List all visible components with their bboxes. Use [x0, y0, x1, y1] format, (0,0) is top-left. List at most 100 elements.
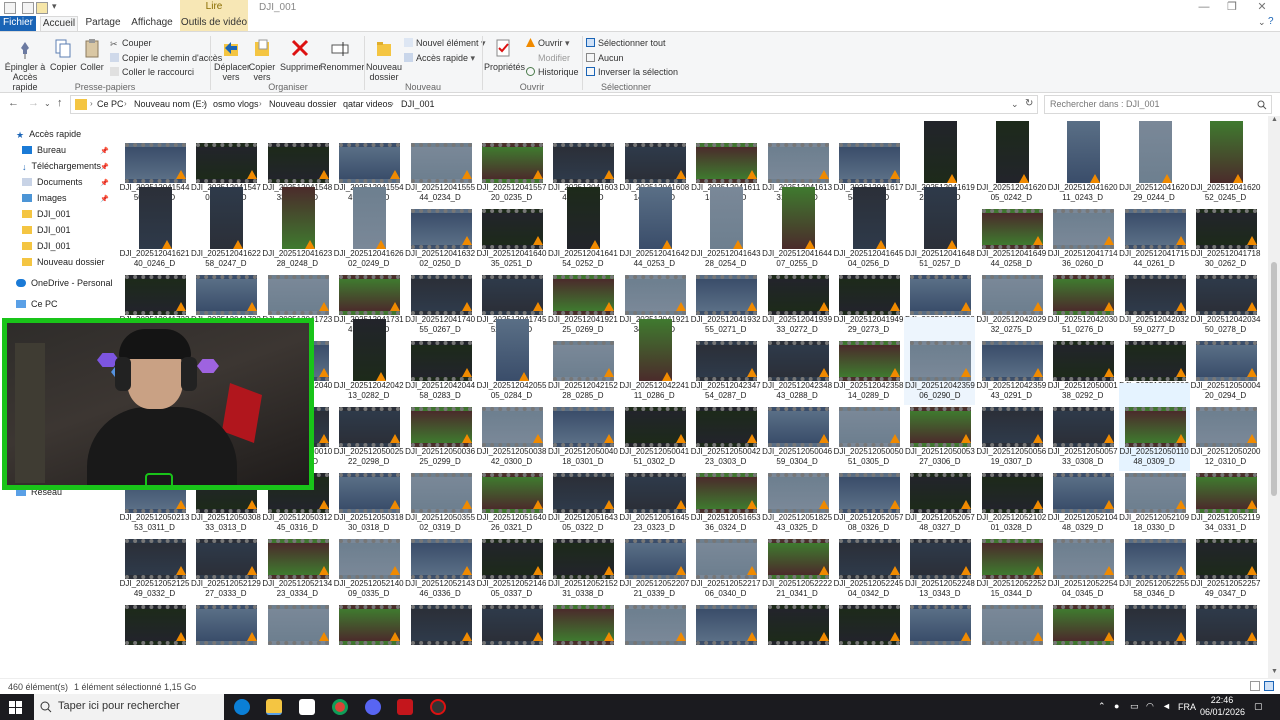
up-arrow-icon[interactable]: ↑ — [57, 97, 63, 109]
clock-time[interactable]: 22:46 — [1200, 695, 1244, 705]
tab-home[interactable]: Accueil — [40, 16, 78, 31]
file-tile[interactable] — [619, 581, 690, 669]
file-tile[interactable] — [1190, 581, 1261, 669]
breadcrumb-separator[interactable]: › — [259, 99, 262, 108]
move-to-button[interactable]: Déplacer vers — [214, 38, 250, 82]
scroll-up-icon[interactable]: ▲ — [1271, 116, 1278, 123]
recent-dropdown-icon[interactable]: ⌄ — [44, 99, 51, 108]
tab-share[interactable]: Partage — [84, 16, 122, 31]
scroll-down-icon[interactable]: ▼ — [1271, 668, 1278, 675]
nav-this-pc[interactable]: Ce PC — [16, 297, 58, 312]
large-icons-view-icon[interactable] — [1264, 681, 1274, 691]
clock-date[interactable]: 06/01/2026 — [1200, 707, 1245, 717]
microphone-icon[interactable]: ● — [1114, 701, 1119, 711]
quick-access-dropdown-icon[interactable]: ▾ — [52, 1, 57, 12]
help-icon[interactable]: ? — [1268, 16, 1274, 27]
language-indicator[interactable]: FRA — [1178, 702, 1196, 712]
nav-documents[interactable]: Documents — [22, 175, 83, 190]
breadcrumb-item[interactable]: qatar videos — [343, 99, 392, 109]
cut-button[interactable]: ✂ Couper — [110, 38, 152, 49]
properties-button[interactable]: Propriétés — [484, 38, 525, 72]
copy-button[interactable]: Copier — [50, 38, 77, 72]
file-tile[interactable] — [1119, 581, 1190, 669]
windows-start-icon[interactable] — [9, 701, 22, 714]
easy-access-button[interactable]: Accès rapide ▾ — [404, 53, 475, 64]
pin-icon[interactable]: 📌 — [100, 163, 109, 171]
discord-icon[interactable] — [365, 699, 381, 715]
nav-folder[interactable]: Nouveau dossier — [22, 255, 105, 270]
nav-images[interactable]: Images — [22, 191, 67, 206]
file-tile[interactable] — [690, 581, 761, 669]
select-all-button[interactable]: Sélectionner tout — [586, 38, 666, 48]
paste-button[interactable]: Coller — [79, 38, 105, 72]
file-tile[interactable] — [1047, 581, 1118, 669]
edit-button[interactable]: Modifier — [526, 53, 570, 63]
nav-desktop[interactable]: Bureau — [22, 143, 66, 158]
nav-quick-access[interactable]: ★ Accès rapide — [16, 127, 81, 142]
details-view-icon[interactable] — [1250, 681, 1260, 691]
nav-onedrive[interactable]: OneDrive - Personal — [16, 276, 113, 291]
nav-folder[interactable]: DJI_001 — [22, 223, 71, 238]
refresh-icon[interactable]: ↻ — [1025, 98, 1033, 109]
delete-button[interactable]: Supprimer — [280, 38, 322, 72]
wifi-icon[interactable]: ◠ — [1146, 701, 1154, 712]
obs-icon[interactable] — [430, 699, 446, 715]
search-input[interactable]: Rechercher dans : DJI_001 — [1044, 95, 1272, 114]
tab-view[interactable]: Affichage — [130, 16, 174, 31]
back-arrow-icon[interactable]: ← — [8, 97, 19, 109]
new-folder-button[interactable]: Nouveau dossier — [366, 38, 402, 82]
edge-icon[interactable] — [234, 699, 250, 715]
nav-downloads[interactable]: ↓ Téléchargements — [22, 159, 101, 174]
breadcrumb-separator[interactable]: › — [90, 99, 93, 108]
breadcrumb-separator[interactable]: › — [333, 99, 336, 108]
volume-icon[interactable]: ◄ — [1162, 701, 1171, 711]
file-tile[interactable] — [904, 581, 975, 669]
nav-folder[interactable]: DJI_001 — [22, 207, 71, 222]
breadcrumb-item[interactable]: Ce PC — [97, 99, 124, 109]
breadcrumb-item[interactable]: DJI_001 — [401, 99, 435, 109]
chevron-down-icon[interactable]: ⌄ — [1011, 99, 1019, 110]
chrome-icon[interactable] — [332, 699, 348, 715]
rename-button[interactable]: Renommer — [320, 38, 365, 72]
breadcrumb-separator[interactable]: › — [124, 99, 127, 108]
vertical-scrollbar[interactable]: ▲ ▼ — [1268, 116, 1280, 678]
file-tile[interactable] — [333, 581, 404, 669]
file-tile[interactable] — [833, 581, 904, 669]
file-tile[interactable] — [762, 581, 833, 669]
breadcrumb-separator[interactable]: › — [203, 99, 206, 108]
network-icon[interactable]: ▭ — [1130, 701, 1139, 712]
breadcrumb-item[interactable]: Nouveau nom (E:) — [134, 99, 207, 109]
open-button[interactable]: Ouvrir ▾ — [526, 38, 570, 49]
history-button[interactable]: Historique — [526, 67, 579, 77]
select-none-button[interactable]: Aucun — [586, 53, 624, 63]
breadcrumb-item[interactable]: Nouveau dossier — [269, 99, 337, 109]
tray-chevron-icon[interactable]: ⌃ — [1098, 701, 1106, 712]
file-explorer-icon[interactable] — [266, 699, 282, 715]
breadcrumb[interactable]: › Ce PC › Nouveau nom (E:) › osmo vlogs … — [70, 95, 1038, 114]
restore-button[interactable]: ❐ — [1216, 0, 1248, 16]
pin-icon[interactable]: 📌 — [100, 147, 109, 155]
properties-icon[interactable] — [22, 2, 34, 14]
copy-path-button[interactable]: Copier le chemin d'accès — [110, 53, 222, 63]
nav-folder[interactable]: DJI_001 — [22, 239, 71, 254]
tab-file[interactable]: Fichier — [0, 16, 36, 31]
close-button[interactable]: ✕ — [1246, 0, 1278, 16]
pin-icon[interactable]: 📌 — [100, 179, 109, 187]
pin-icon[interactable]: 📌 — [100, 195, 109, 203]
pin-quick-access-button[interactable]: Épingler à Accès rapide — [4, 40, 46, 92]
file-tile[interactable] — [190, 581, 261, 669]
forward-arrow-icon[interactable]: → — [28, 97, 39, 109]
app-icon[interactable] — [397, 699, 413, 715]
file-tile[interactable] — [976, 581, 1047, 669]
paste-shortcut-button[interactable]: Coller le raccourci — [110, 67, 194, 77]
file-tile[interactable] — [547, 581, 618, 669]
file-tile[interactable] — [119, 581, 190, 669]
new-folder-icon[interactable] — [36, 2, 48, 14]
file-tile[interactable] — [262, 581, 333, 669]
invert-selection-button[interactable]: Inverser la sélection — [586, 67, 678, 77]
file-tile[interactable] — [405, 581, 476, 669]
breadcrumb-item[interactable]: osmo vlogs — [213, 99, 259, 109]
taskbar-search-input[interactable]: Taper ici pour rechercher — [34, 694, 224, 720]
copy-to-button[interactable]: Copier vers — [247, 38, 277, 82]
file-tile[interactable] — [476, 581, 547, 669]
